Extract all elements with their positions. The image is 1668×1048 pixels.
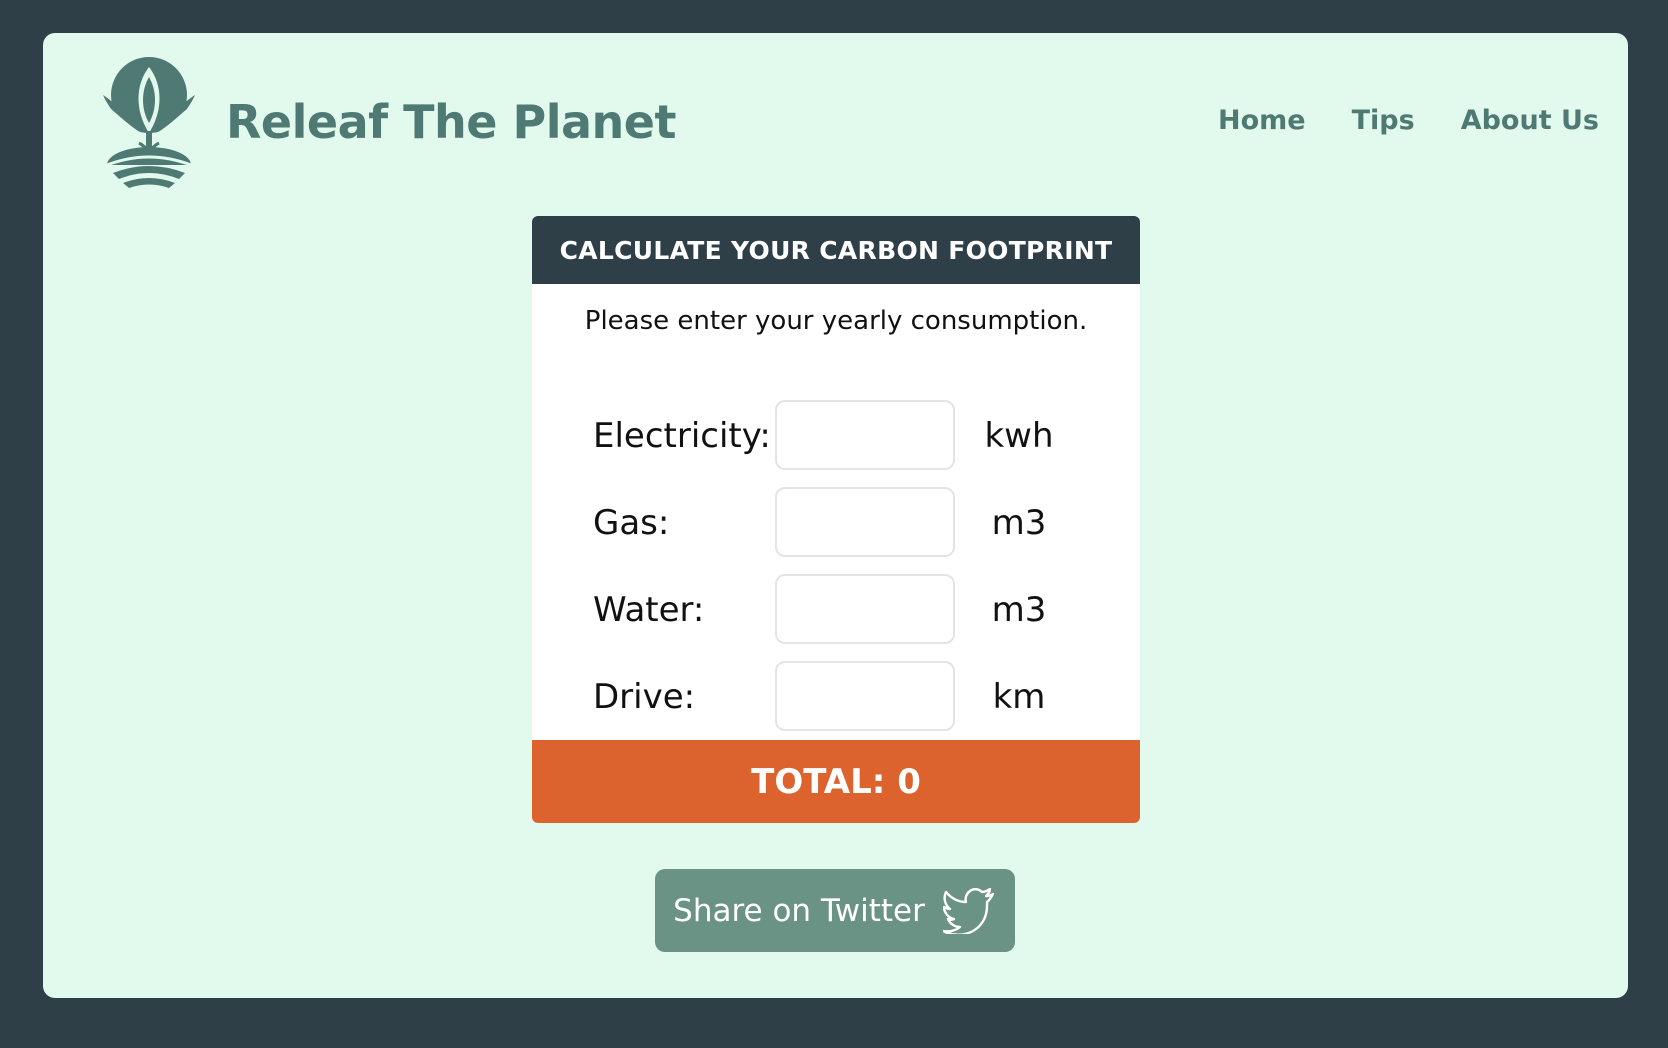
gas-input[interactable] [775,487,955,557]
electricity-input[interactable] [775,400,955,470]
water-label: Water: [593,590,705,630]
plant-leaf-logo [103,57,195,188]
main-nav: Home Tips About Us [1218,105,1599,136]
main-container: Releaf The Planet Home Tips About Us CAL… [43,33,1628,998]
drive-unit: km [992,677,1046,717]
water-input[interactable] [775,574,955,644]
water-unit: m3 [991,590,1047,630]
share-twitter-button[interactable]: Share on Twitter [655,869,1015,952]
water-row: Water: m3 [532,574,1140,646]
electricity-row: Electricity: kwh [532,400,1140,472]
calculator-instructions: Please enter your yearly consumption. [584,306,1088,336]
calculator-title: CALCULATE YOUR CARBON FOOTPRINT [532,216,1140,284]
gas-unit: m3 [991,503,1047,543]
nav-about-us[interactable]: About Us [1461,105,1599,136]
total-display: TOTAL: 0 [532,740,1140,823]
brand-name: Releaf The Planet [226,95,676,149]
electricity-label: Electricity: [593,416,771,456]
carbon-calculator-card: CALCULATE YOUR CARBON FOOTPRINT Please e… [532,216,1140,823]
drive-row: Drive: km [532,661,1140,733]
electricity-unit: kwh [984,416,1054,456]
gas-label: Gas: [593,503,670,543]
gas-row: Gas: m3 [532,487,1140,559]
nav-home[interactable]: Home [1218,105,1306,136]
nav-tips[interactable]: Tips [1352,105,1415,136]
drive-label: Drive: [593,677,696,717]
share-label: Share on Twitter [673,892,925,929]
drive-input[interactable] [775,661,955,731]
twitter-bird-icon [942,887,995,934]
